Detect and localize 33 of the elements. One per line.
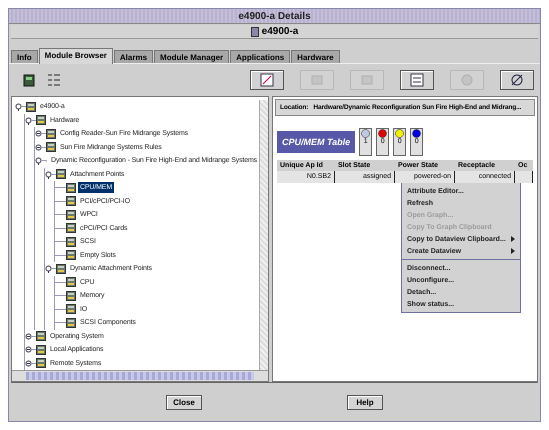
window-title: e4900-a Details [9,9,540,24]
tab[interactable]: Info [11,50,38,63]
server-icon[interactable] [23,73,37,87]
expanded-handle-icon[interactable] [45,170,56,179]
edit-icon [259,72,275,88]
dialog-button[interactable]: Close [166,394,202,410]
toolbar-button[interactable] [500,70,534,90]
collapsed-handle-icon[interactable] [35,129,46,138]
horizontal-scrollbar[interactable] [12,370,268,381]
dialog-button[interactable]: Help [347,394,383,410]
tab[interactable]: Module Browser [38,48,113,64]
form-icon [409,72,425,88]
server-icon [250,26,259,36]
collapsed-handle-icon[interactable] [35,142,46,152]
table-title: CPU/MEM Table [277,131,356,153]
toolbar-button[interactable] [250,70,284,90]
collapsed-handle-icon[interactable] [25,358,36,368]
refresh-icon [459,72,475,88]
host-name: e4900-a [262,26,298,37]
list-icon[interactable] [47,73,61,87]
expanded-handle-icon[interactable] [45,264,56,274]
toolbar-button[interactable] [400,70,434,90]
collapsed-handle-icon[interactable] [25,332,36,341]
vertical-scrollbar[interactable] [259,100,268,370]
tab[interactable]: Alarms [114,50,154,63]
expanded-handle-icon[interactable] [35,156,46,166]
tab[interactable]: Applications [230,50,290,63]
collapsed-handle-icon[interactable] [25,345,36,354]
tool-icon [509,72,525,88]
expanded-handle-icon[interactable] [25,116,36,125]
tab[interactable]: Module Manager [154,50,230,63]
tab[interactable]: Hardware [291,50,340,63]
expanded-handle-icon[interactable] [15,102,26,112]
